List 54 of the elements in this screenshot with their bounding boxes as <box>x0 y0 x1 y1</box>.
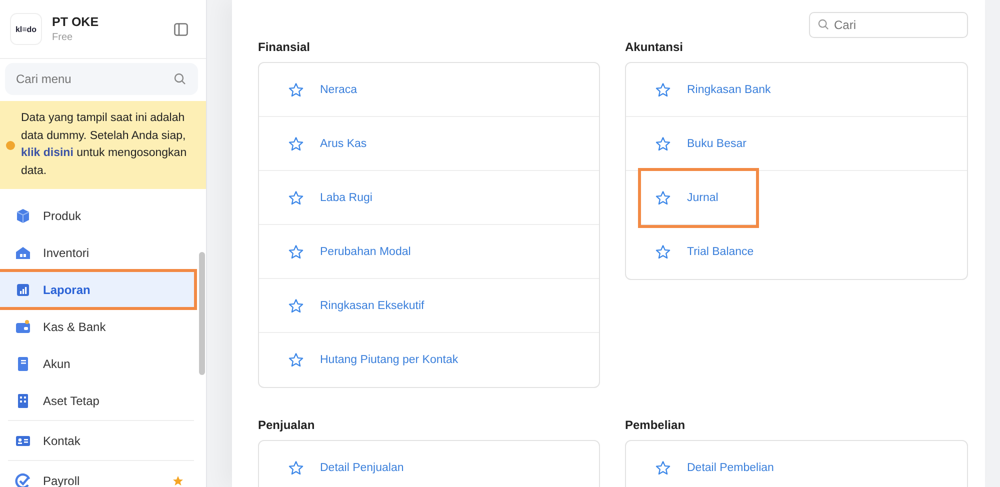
sidebar-toggle-icon[interactable] <box>174 22 188 36</box>
sidebar-item[interactable]: Kas & Bank <box>5 309 194 344</box>
warehouse-icon <box>15 244 31 260</box>
star-icon[interactable] <box>288 298 304 314</box>
sidebar-item[interactable]: Aset Tetap <box>5 383 194 418</box>
star-icon[interactable] <box>655 460 671 476</box>
section-heading: Penjualan <box>258 418 316 432</box>
document-icon <box>15 356 31 372</box>
section-heading: Finansial <box>258 40 312 54</box>
star-icon[interactable] <box>288 352 304 368</box>
report-link[interactable]: Detail Pembelian <box>687 462 774 474</box>
sidebar-item[interactable]: Payroll <box>5 463 194 487</box>
bar-chart-icon <box>15 282 31 298</box>
star-icon[interactable] <box>288 82 304 98</box>
sidebar-item[interactable]: Produk <box>5 198 194 233</box>
report-link[interactable]: Jurnal <box>687 192 718 204</box>
notice-text: Data yang tampil saat ini adalah data dummy. Setelah Anda siap, klik disini untuk mengosongkan data. <box>21 111 188 178</box>
star-icon[interactable] <box>288 190 304 206</box>
star-icon[interactable] <box>655 190 671 206</box>
section-heading: Pembelian <box>625 418 686 432</box>
report-link[interactable]: Arus Kas <box>320 138 367 150</box>
report-link[interactable]: Hutang Piutang per Kontak <box>320 354 458 366</box>
scrollbar[interactable] <box>199 252 205 375</box>
report-link[interactable]: Detail Penjualan <box>320 462 404 474</box>
plan-label: Free <box>52 32 74 43</box>
report-link[interactable]: Perubahan Modal <box>320 246 411 258</box>
star-icon[interactable] <box>655 244 671 260</box>
sidebar-item[interactable]: Laporan <box>0 272 194 307</box>
star-icon[interactable] <box>288 244 304 260</box>
star-icon[interactable] <box>288 136 304 152</box>
sidebar-item[interactable]: Inventori <box>5 235 194 270</box>
star-icon[interactable] <box>655 82 671 98</box>
section-heading: Akuntansi <box>625 40 684 54</box>
check-circle-icon <box>15 472 31 487</box>
report-link[interactable]: Neraca <box>320 84 358 96</box>
report-link[interactable]: Laba Rugi <box>320 192 372 204</box>
clear-data-link[interactable]: klik disini <box>21 147 74 159</box>
building-icon <box>15 392 31 408</box>
search-field[interactable]: Cari <box>809 12 968 38</box>
wallet-icon <box>15 318 31 334</box>
report-link[interactable]: Buku Besar <box>687 138 746 150</box>
sidebar-item[interactable]: Kontak <box>5 423 194 458</box>
company-name: PT OKE <box>52 15 100 29</box>
cube-icon <box>15 208 31 224</box>
star-icon[interactable] <box>655 136 671 152</box>
report-link[interactable]: Trial Balance <box>687 246 754 258</box>
report-link[interactable]: Ringkasan Eksekutif <box>320 300 424 312</box>
sidebar-item[interactable]: Akun <box>5 346 194 381</box>
company-logo: kl≡do <box>10 13 42 45</box>
star-icon[interactable] <box>288 460 304 476</box>
report-link[interactable]: Ringkasan Bank <box>687 84 771 96</box>
search-icon <box>174 73 186 85</box>
warning-icon <box>6 140 15 150</box>
menu-search-field[interactable]: Cari menu <box>5 63 198 95</box>
